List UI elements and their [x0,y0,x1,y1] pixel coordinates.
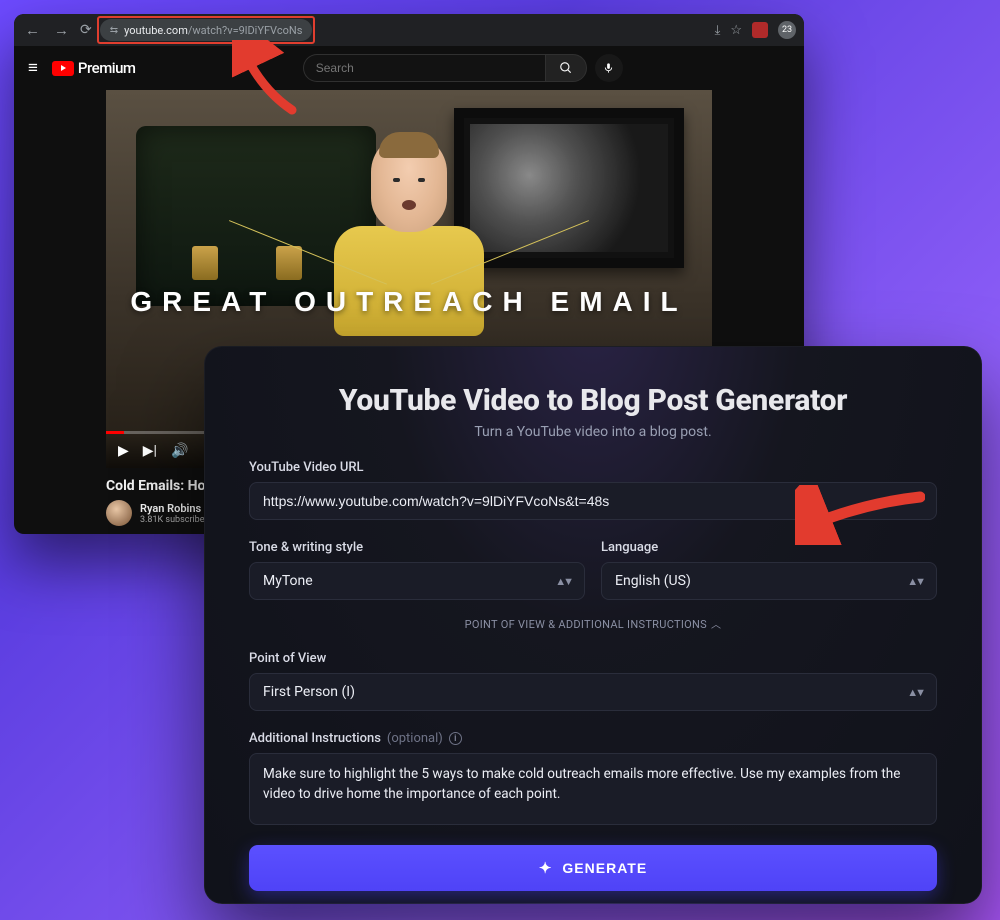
menu-icon[interactable]: ≡ [28,58,38,78]
search-input[interactable] [303,54,545,82]
install-icon[interactable]: ⤓ [715,23,721,38]
pov-label: Point of View [249,651,937,666]
tone-label: Tone & writing style [249,540,585,555]
tone-select[interactable]: MyTone ▲▼ [249,562,585,600]
chevron-up-icon: ︿ [711,620,721,631]
disclosure-label: POINT OF VIEW & ADDITIONAL INSTRUCTIONS [465,618,707,631]
addl-optional: (optional) [387,731,443,746]
language-value: English (US) [615,573,691,589]
search-button[interactable] [545,54,587,82]
language-label: Language [601,540,937,555]
disclosure-toggle[interactable]: POINT OF VIEW & ADDITIONAL INSTRUCTIONS ︿ [249,616,937,631]
reload-icon[interactable]: ⟳ [80,22,92,38]
bookmark-icon[interactable]: ☆ [730,23,742,38]
generator-card: YouTube Video to Blog Post Generator Tur… [204,346,982,904]
youtube-search [303,54,623,82]
volume-icon[interactable]: 🔊 [171,443,188,459]
extension-icon[interactable] [752,22,768,38]
address-bar[interactable]: ⇆ youtube.com/watch?v=9lDiYFVcoNs [100,19,313,41]
address-host: youtube.com [124,24,188,37]
youtube-brand: Premium [78,59,136,77]
chevron-updown-icon: ▲▼ [907,686,923,699]
generate-label: GENERATE [562,860,647,876]
next-icon[interactable]: ▶| [143,443,157,459]
language-select[interactable]: English (US) ▲▼ [601,562,937,600]
pov-value: First Person (I) [263,684,355,700]
tone-value: MyTone [263,573,313,589]
card-subtitle: Turn a YouTube video into a blog post. [249,424,937,440]
card-title: YouTube Video to Blog Post Generator [249,383,937,418]
generate-button[interactable]: ✦ GENERATE [249,845,937,891]
play-icon[interactable]: ▶ [118,443,129,459]
forward-icon[interactable]: → [51,21,72,39]
back-icon[interactable]: ← [22,21,43,39]
url-input[interactable] [249,482,937,520]
youtube-logo[interactable]: Premium [52,59,136,77]
youtube-header: ≡ Premium [14,46,804,90]
chevron-updown-icon: ▲▼ [555,575,571,588]
address-path: /watch?v=9lDiYFVcoNs [188,24,303,37]
profile-badge[interactable]: 23 [778,21,796,39]
address-text: youtube.com/watch?v=9lDiYFVcoNs [124,24,302,37]
addl-label: Additional Instructions (optional) i [249,731,937,746]
info-icon[interactable]: i [449,732,462,745]
site-info-icon[interactable]: ⇆ [110,25,118,36]
channel-avatar[interactable] [106,500,132,526]
addl-textarea[interactable]: Make sure to highlight the 5 ways to mak… [249,753,937,825]
channel-name[interactable]: Ryan Robins [140,502,208,515]
video-overlay-text: GREAT OUTREACH EMAIL [106,286,712,318]
voice-search-icon[interactable] [595,54,623,82]
subscriber-count: 3.81K subscriber [140,515,208,525]
addl-label-text: Additional Instructions [249,731,381,746]
sparkle-icon: ✦ [539,859,553,877]
video-person [329,134,489,354]
youtube-play-icon [52,61,74,76]
url-label: YouTube Video URL [249,460,937,475]
browser-toolbar: ← → ⟳ ⇆ youtube.com/watch?v=9lDiYFVcoNs … [14,14,804,46]
pov-select[interactable]: First Person (I) ▲▼ [249,673,937,711]
chevron-updown-icon: ▲▼ [907,575,923,588]
toolbar-right: ⤓ ☆ 23 [715,21,796,39]
